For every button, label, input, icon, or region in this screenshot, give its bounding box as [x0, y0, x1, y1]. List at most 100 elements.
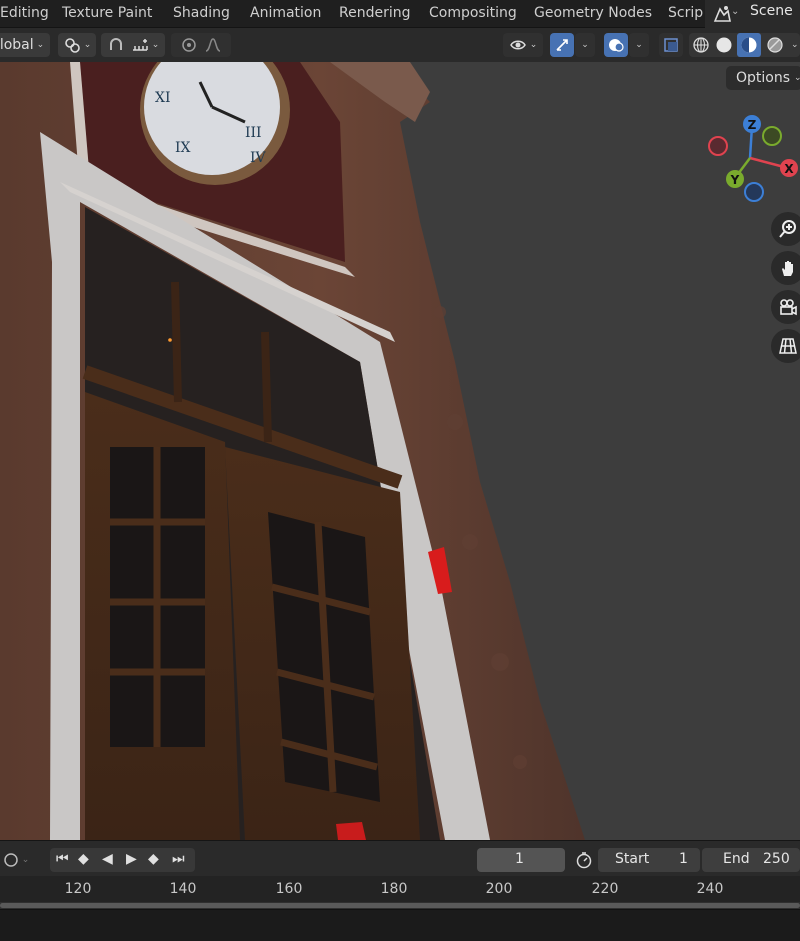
timeline-keyframe-area[interactable] [0, 909, 800, 941]
z-axis-label: Z [748, 118, 757, 132]
rendered-shading-icon[interactable] [766, 36, 784, 54]
neg-z-axis-handle[interactable] [744, 182, 764, 202]
solid-shading-icon[interactable] [715, 36, 733, 54]
visibility-select[interactable]: ⌄ [503, 33, 543, 57]
ruler-tick-label: 180 [380, 881, 408, 897]
tab-texture-paint[interactable]: Texture Paint [62, 5, 152, 21]
stopwatch-icon [576, 852, 592, 869]
chevron-down-icon: ⌄ [731, 6, 740, 17]
proportional-editing-group[interactable] [171, 33, 231, 57]
chevron-down-icon: ⌄ [83, 40, 92, 50]
current-frame-field[interactable]: 1 [477, 848, 565, 872]
tab-shading[interactable]: Shading [173, 5, 230, 21]
overlays-toggle[interactable] [604, 33, 628, 57]
chevron-down-icon: ⌄ [581, 40, 589, 50]
chevron-down-icon[interactable]: ⌄ [791, 40, 799, 50]
play-icon[interactable]: ▶ [126, 851, 137, 867]
y-axis-label: Y [730, 173, 740, 187]
gizmo-icon [556, 39, 568, 51]
scene-icon [713, 6, 731, 22]
x-axis-label: X [784, 162, 794, 176]
perspective-toggle-button[interactable] [771, 329, 800, 363]
hand-icon [782, 261, 793, 276]
camera-view-button[interactable] [771, 290, 800, 324]
proportional-icon [182, 38, 196, 52]
xray-toggle[interactable] [659, 33, 683, 57]
pivot-point-select[interactable]: ⌄ [58, 33, 96, 57]
gizmo-toggle[interactable] [550, 33, 574, 57]
svg-text:XI: XI [155, 90, 171, 106]
chevron-down-icon: ⌄ [36, 40, 45, 50]
neg-x-axis-handle[interactable] [708, 136, 728, 156]
tab-rendering[interactable]: Rendering [339, 5, 411, 21]
orientation-label: lobal [0, 37, 34, 53]
start-value: 1 [679, 851, 688, 867]
tab-compositing[interactable]: Compositing [429, 5, 517, 21]
neg-y-axis-handle[interactable] [762, 126, 782, 146]
timeline-scrollbar[interactable] [0, 902, 800, 909]
ruler-tick-label: 200 [485, 881, 513, 897]
end-value: 250 [763, 851, 790, 867]
viewport-scene-render: XI IX IV III [0, 62, 585, 840]
zoom-icon [779, 220, 796, 238]
ruler-tick-label: 140 [169, 881, 197, 897]
record-icon [3, 853, 18, 867]
timeline-header: ⌄ ⏮ ◆ ◀ ▶ ◆ ⏭ 1 Start 1 End 250 [0, 840, 800, 876]
transform-orientation-select[interactable]: lobal ⌄ [0, 33, 50, 57]
timeline-scrollbar-thumb[interactable] [0, 903, 800, 908]
options-label: Options [736, 70, 791, 86]
options-dropdown[interactable]: Options ⌄ [726, 66, 800, 90]
svg-text:IX: IX [175, 140, 191, 156]
ruler-tick-label: 120 [64, 881, 92, 897]
chevron-down-icon: ⌄ [529, 40, 538, 50]
navigation-gizmo[interactable]: Z X Y [700, 110, 800, 210]
chevron-down-icon: ⌄ [794, 73, 800, 83]
svg-text:III: III [245, 125, 262, 141]
camera-icon [780, 299, 797, 316]
zoom-button[interactable] [771, 212, 800, 246]
play-reverse-icon[interactable]: ◀ [102, 851, 113, 867]
end-label: End [723, 851, 750, 867]
chevron-down-icon: ⌄ [151, 40, 160, 50]
material-preview-icon [741, 37, 757, 53]
scene-selector[interactable]: ⌄ Scene [705, 0, 800, 28]
gizmo-dropdown[interactable]: ⌄ [575, 33, 595, 57]
snapping-group[interactable]: ⌄ [101, 33, 165, 57]
magnet-icon [109, 38, 122, 50]
pivot-icon [64, 38, 80, 53]
viewport-header: lobal ⌄ ⌄ ⌄ ⌄ ⌄ ⌄ ⌄ [0, 28, 800, 62]
scene-name: Scene [750, 3, 793, 19]
grid-icon [779, 338, 797, 354]
ruler-tick-label: 220 [591, 881, 619, 897]
frame-ruler[interactable]: 120 140 160 180 200 220 240 [0, 876, 800, 902]
jump-to-start-icon[interactable]: ⏮ [56, 851, 69, 867]
tab-geometry-nodes[interactable]: Geometry Nodes [534, 5, 652, 21]
overlays-icon [609, 39, 624, 52]
stopwatch-button[interactable] [572, 849, 596, 871]
prev-keyframe-icon[interactable]: ◆ [78, 851, 89, 867]
snap-increment-icon [132, 39, 148, 51]
end-frame-field[interactable]: End 250 [702, 848, 800, 872]
chevron-down-icon: ⌄ [635, 40, 643, 50]
jump-to-end-icon[interactable]: ⏭ [172, 851, 185, 867]
ruler-tick-label: 160 [275, 881, 303, 897]
tab-editing[interactable]: Editing [0, 5, 49, 21]
svg-text:IV: IV [250, 150, 267, 166]
pan-button[interactable] [771, 251, 800, 285]
workspace-tab-bar: Editing Texture Paint Shading Animation … [0, 0, 800, 28]
falloff-curve-icon [205, 38, 221, 52]
overlays-dropdown[interactable]: ⌄ [629, 33, 649, 57]
tab-animation[interactable]: Animation [250, 5, 321, 21]
start-frame-field[interactable]: Start 1 [598, 848, 700, 872]
current-frame-value: 1 [515, 851, 524, 867]
next-keyframe-icon[interactable]: ◆ [148, 851, 159, 867]
playback-controls: ⏮ ◆ ◀ ▶ ◆ ⏭ [50, 848, 195, 872]
eye-icon [509, 40, 526, 50]
xray-icon [664, 38, 678, 52]
keying-select[interactable]: ⌄ [0, 849, 36, 871]
3d-viewport[interactable]: XI IX IV III Options ⌄ Z X Y [0, 62, 800, 840]
material-preview-button[interactable] [737, 33, 761, 57]
tab-scripting[interactable]: Scrip [668, 5, 708, 21]
shading-mode-group: ⌄ [689, 33, 800, 57]
wireframe-shading-icon[interactable] [692, 36, 710, 54]
